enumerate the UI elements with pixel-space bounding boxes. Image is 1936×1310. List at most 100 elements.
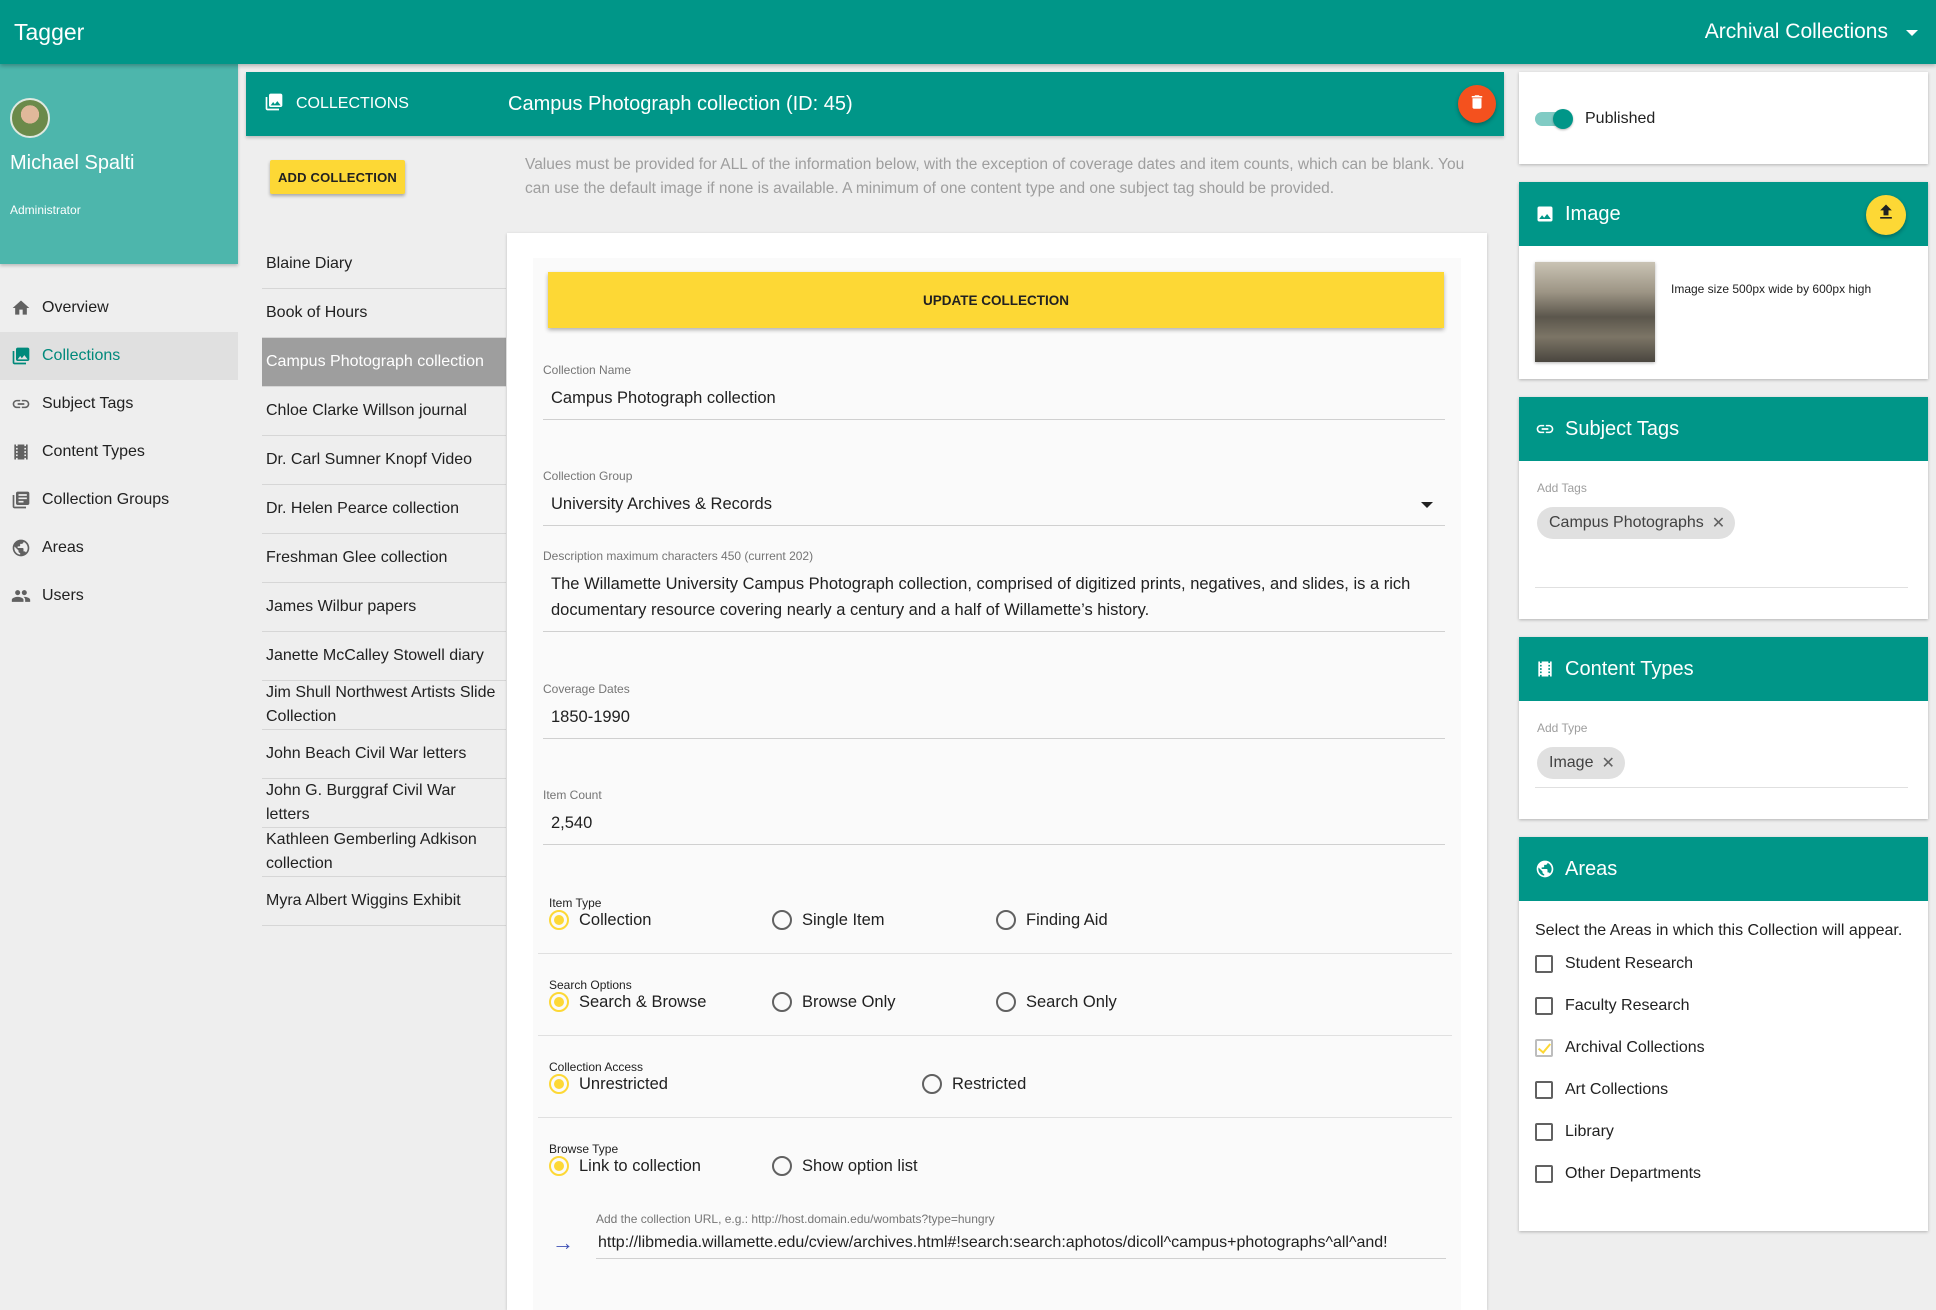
update-collection-button[interactable]: UPDATE COLLECTION bbox=[548, 272, 1444, 328]
collection-name-input[interactable]: Campus Photograph collection bbox=[543, 377, 1445, 420]
area-checkbox-faculty-research[interactable]: Faculty Research bbox=[1535, 985, 1912, 1027]
collection-group-select[interactable]: Collection Group University Archives & R… bbox=[543, 469, 1445, 526]
list-item[interactable]: Myra Albert Wiggins Exhibit bbox=[262, 877, 506, 926]
link-icon bbox=[1535, 419, 1555, 439]
area-selector-label: Archival Collections bbox=[1704, 20, 1888, 43]
add-collection-button[interactable]: ADD COLLECTION bbox=[270, 160, 405, 194]
upload-button[interactable] bbox=[1866, 195, 1906, 235]
sidebar-item-areas[interactable]: Areas bbox=[0, 524, 238, 572]
list-item[interactable]: Dr. Helen Pearce collection bbox=[262, 485, 506, 534]
page-title: Campus Photograph collection (ID: 45) bbox=[508, 92, 853, 115]
browse-only-radio[interactable]: Browse Only bbox=[772, 992, 896, 1012]
area-checkbox-library[interactable]: Library bbox=[1535, 1111, 1912, 1153]
sidebar-item-label: Overview bbox=[42, 299, 109, 316]
browse-type-label: Browse Type bbox=[549, 1142, 619, 1156]
areas-title: Areas bbox=[1565, 857, 1618, 880]
area-checkbox-art-collections[interactable]: Art Collections bbox=[1535, 1069, 1912, 1111]
coverage-dates-input[interactable]: 1850-1990 bbox=[543, 696, 1445, 739]
radio-selected-icon bbox=[549, 1156, 569, 1176]
checkbox-label: Art Collections bbox=[1565, 1081, 1669, 1098]
image-size-text: Image size 500px wide by 600px high bbox=[1671, 282, 1872, 296]
subject-tags-header: Subject Tags bbox=[1519, 397, 1928, 461]
close-icon[interactable]: ✕ bbox=[1601, 753, 1614, 773]
item-type-collection-radio[interactable]: Collection bbox=[549, 910, 651, 930]
people-icon bbox=[10, 585, 32, 607]
list-item[interactable]: James Wilbur papers bbox=[262, 583, 506, 632]
description-field[interactable]: Description maximum characters 450 (curr… bbox=[543, 549, 1445, 632]
item-type-single-radio[interactable]: Single Item bbox=[772, 910, 885, 930]
published-toggle[interactable] bbox=[1535, 109, 1573, 129]
item-count-field[interactable]: Item Count 2,540 bbox=[543, 788, 1445, 845]
restricted-radio[interactable]: Restricted bbox=[922, 1074, 1026, 1094]
show-option-list-radio[interactable]: Show option list bbox=[772, 1156, 918, 1176]
app-title: Tagger bbox=[14, 18, 85, 45]
search-browse-radio[interactable]: Search & Browse bbox=[549, 992, 706, 1012]
radio-selected-icon bbox=[549, 1074, 569, 1094]
published-toggle-row[interactable]: Published bbox=[1519, 72, 1928, 129]
radio-selected-icon bbox=[549, 992, 569, 1012]
coverage-dates-field[interactable]: Coverage Dates 1850-1990 bbox=[543, 682, 1445, 739]
link-to-collection-radio[interactable]: Link to collection bbox=[549, 1156, 701, 1176]
radio-label: Unrestricted bbox=[579, 1074, 668, 1093]
collections-tab: COLLECTIONS bbox=[246, 92, 492, 117]
radio-icon bbox=[996, 910, 1016, 930]
sidebar-item-collection-groups[interactable]: Collection Groups bbox=[0, 476, 238, 524]
close-icon[interactable]: ✕ bbox=[1712, 513, 1725, 533]
radio-label: Restricted bbox=[952, 1074, 1027, 1093]
collection-name-field[interactable]: Collection Name Campus Photograph collec… bbox=[543, 363, 1445, 420]
item-count-label: Item Count bbox=[543, 788, 602, 802]
sidebar-item-users[interactable]: Users bbox=[0, 572, 238, 620]
chevron-down-icon bbox=[1421, 502, 1433, 508]
coverage-dates-label: Coverage Dates bbox=[543, 682, 630, 696]
list-item[interactable]: Janette McCalley Stowell diary bbox=[262, 632, 506, 681]
published-card: Published bbox=[1519, 72, 1928, 164]
user-role: Administrator bbox=[10, 203, 81, 217]
area-checkbox-other-departments[interactable]: Other Departments bbox=[1535, 1153, 1912, 1195]
sidebar-item-label: Collection Groups bbox=[42, 491, 170, 508]
radio-label: Show option list bbox=[802, 1156, 918, 1175]
checkbox-icon bbox=[1535, 1123, 1553, 1141]
item-type-finding-aid-radio[interactable]: Finding Aid bbox=[996, 910, 1108, 930]
sidebar-item-overview[interactable]: Overview bbox=[0, 284, 238, 332]
area-checkbox-archival-collections[interactable]: Archival Collections bbox=[1535, 1027, 1912, 1069]
delete-button[interactable] bbox=[1458, 85, 1496, 123]
help-text: Values must be provided for ALL of the i… bbox=[525, 156, 1465, 197]
collection-group-value[interactable]: University Archives & Records bbox=[543, 483, 1445, 526]
user-profile: Michael Spalti Administrator bbox=[0, 64, 238, 264]
areas-help-text: Select the Areas in which this Collectio… bbox=[1535, 922, 1903, 939]
description-input[interactable]: The Willamette University Campus Photogr… bbox=[543, 563, 1445, 632]
avatar bbox=[10, 98, 50, 138]
checkbox-icon bbox=[1535, 997, 1553, 1015]
list-item[interactable]: Book of Hours bbox=[262, 289, 506, 338]
collections-tab-label: COLLECTIONS bbox=[296, 95, 409, 112]
sidebar-item-subject-tags[interactable]: Subject Tags bbox=[0, 380, 238, 428]
area-checkbox-student-research[interactable]: Student Research bbox=[1535, 943, 1912, 985]
radio-label: Link to collection bbox=[579, 1156, 701, 1175]
item-count-input[interactable]: 2,540 bbox=[543, 802, 1445, 845]
list-item-selected[interactable]: Campus Photograph collection bbox=[262, 338, 506, 387]
list-item[interactable]: Freshman Glee collection bbox=[262, 534, 506, 583]
film-icon bbox=[1535, 659, 1555, 679]
image-card: Image Image size 500px wide by 600px hig… bbox=[1519, 182, 1928, 379]
radio-selected-icon bbox=[549, 910, 569, 930]
area-selector[interactable]: Archival Collections bbox=[1705, 20, 1922, 44]
sidebar-nav: Overview Collections Subject Tags Conten… bbox=[0, 284, 238, 620]
unrestricted-radio[interactable]: Unrestricted bbox=[549, 1074, 668, 1094]
types-input[interactable] bbox=[1535, 787, 1908, 788]
list-item[interactable]: Jim Shull Northwest Artists Slide Collec… bbox=[262, 681, 506, 730]
list-item[interactable]: Chloe Clarke Willson journal bbox=[262, 387, 506, 436]
list-item[interactable]: Dr. Carl Sumner Knopf Video bbox=[262, 436, 506, 485]
tags-input[interactable] bbox=[1535, 587, 1908, 588]
sidebar-item-collections[interactable]: Collections bbox=[0, 332, 238, 380]
list-item[interactable]: Kathleen Gemberling Adkison collection bbox=[262, 828, 506, 877]
search-only-radio[interactable]: Search Only bbox=[996, 992, 1117, 1012]
collection-url-input[interactable]: http://libmedia.willamette.edu/cview/arc… bbox=[596, 1230, 1446, 1259]
sidebar-item-label: Content Types bbox=[42, 443, 145, 460]
radio-label: Search & Browse bbox=[579, 992, 707, 1011]
chevron-down-icon bbox=[1906, 30, 1918, 36]
list-item[interactable]: Blaine Diary bbox=[262, 240, 506, 289]
sidebar-item-content-types[interactable]: Content Types bbox=[0, 428, 238, 476]
list-item[interactable]: John Beach Civil War letters bbox=[262, 730, 506, 779]
checkbox-label: Other Departments bbox=[1565, 1165, 1702, 1182]
list-item[interactable]: John G. Burggraf Civil War letters bbox=[262, 779, 506, 828]
